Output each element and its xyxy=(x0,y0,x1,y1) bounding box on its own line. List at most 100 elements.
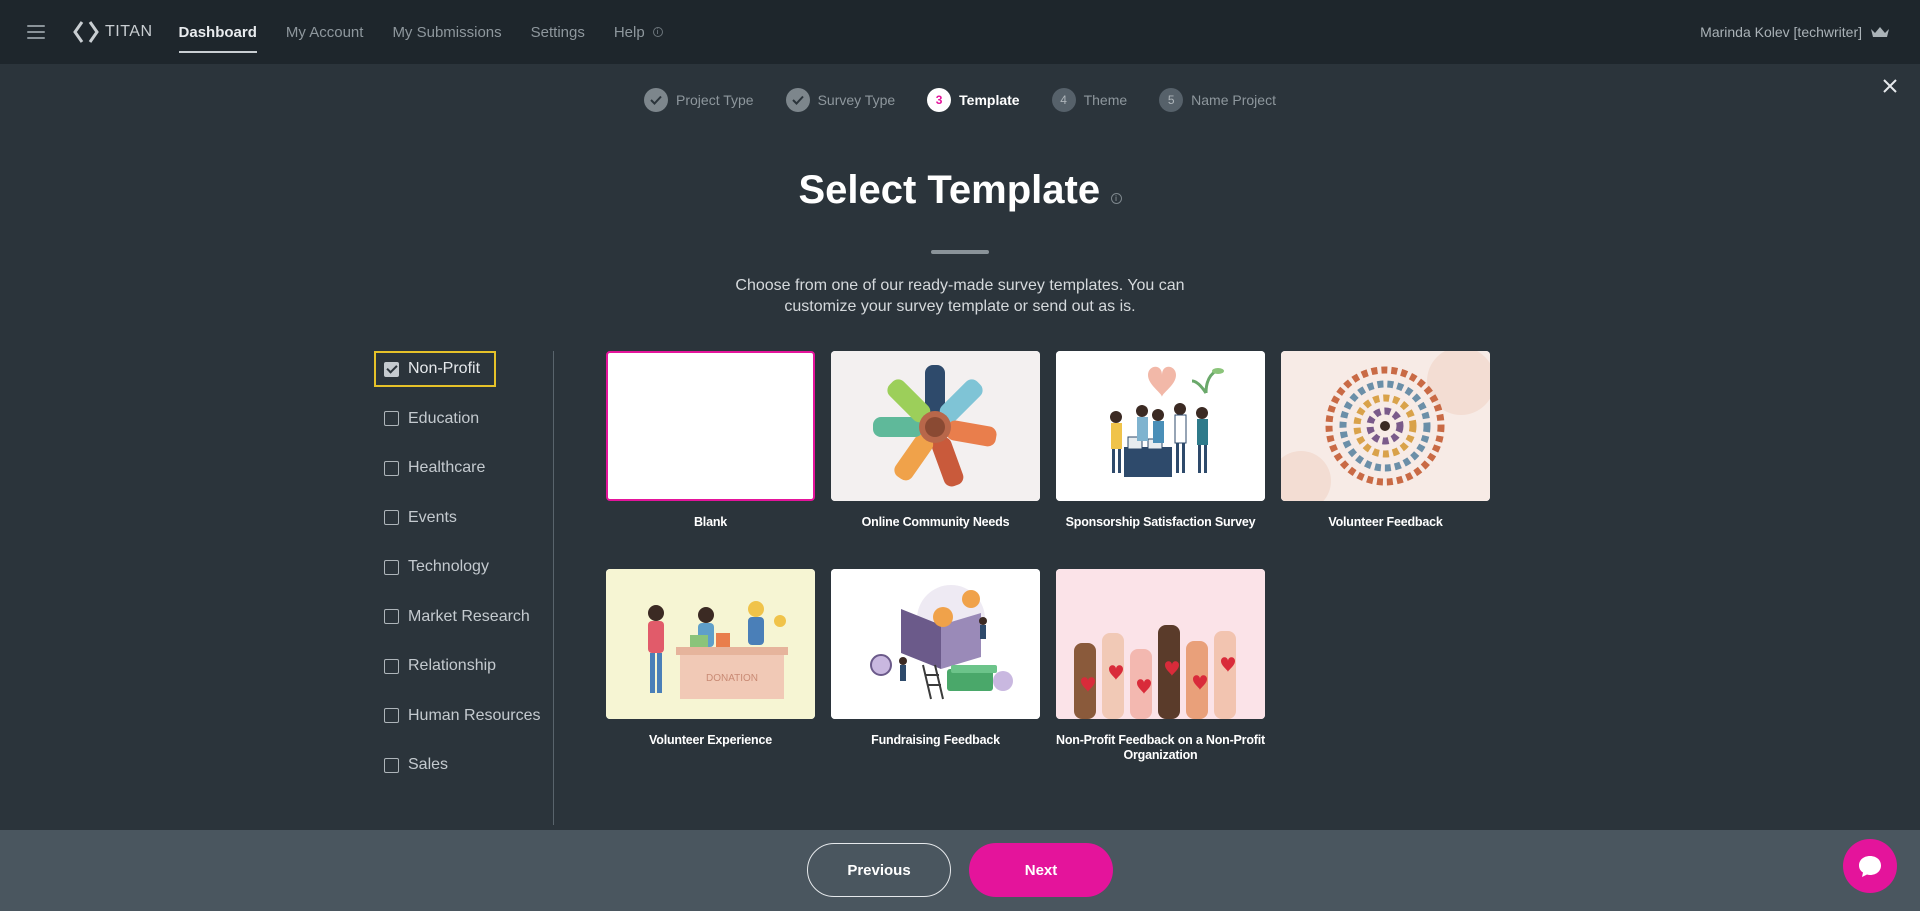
filter-label: Market Research xyxy=(408,607,530,625)
checkbox[interactable] xyxy=(384,658,399,674)
filter-label: Education xyxy=(408,409,480,427)
info-icon: i xyxy=(652,27,663,37)
filter-sales[interactable]: Sales xyxy=(374,747,554,783)
template-thumbnail xyxy=(1056,569,1265,719)
template-thumbnail xyxy=(606,351,815,501)
filter-divider xyxy=(553,351,554,825)
checkbox[interactable] xyxy=(384,411,399,426)
step-label: Survey Type xyxy=(817,92,896,108)
step-number: 5 xyxy=(1159,88,1184,112)
hands-together-illustration xyxy=(831,351,1040,501)
filter-label: Relationship xyxy=(408,657,497,674)
crown-icon xyxy=(1871,27,1889,37)
step-name-project[interactable]: 5 Name Project xyxy=(1159,88,1276,112)
template-thumbnail xyxy=(1056,351,1265,501)
step-theme[interactable]: 4 Theme xyxy=(1051,88,1128,112)
template-label: Blank xyxy=(693,515,728,529)
filter-non-profit[interactable]: Non-Profit xyxy=(374,351,496,387)
checkbox[interactable] xyxy=(384,510,399,525)
info-icon[interactable]: i xyxy=(1110,193,1122,205)
checkbox[interactable] xyxy=(384,460,399,476)
title-divider xyxy=(931,250,989,254)
filter-healthcare[interactable]: Healthcare xyxy=(374,450,554,486)
step-template[interactable]: 3 Template xyxy=(927,88,1020,112)
filter-label: Non-Profit xyxy=(408,360,481,377)
step-number: 3 xyxy=(927,88,952,112)
filter-label: Technology xyxy=(408,558,489,575)
template-label: Non-Profit Feedback on a Non-Profit Orga… xyxy=(1056,733,1265,762)
template-label: Fundraising Feedback xyxy=(871,733,1000,747)
sponsorship-illustration xyxy=(1056,351,1265,501)
step-number: 4 xyxy=(1051,88,1076,112)
checkbox[interactable] xyxy=(384,559,399,575)
filter-events[interactable]: Events xyxy=(374,500,554,536)
nav-help-label: Help xyxy=(613,23,645,41)
filter-label: Events xyxy=(408,508,457,526)
template-thumbnail xyxy=(1281,351,1490,501)
titan-logo[interactable]: TITAN xyxy=(73,20,153,44)
nav-help[interactable]: Help i xyxy=(614,0,663,64)
brand-name: TITAN xyxy=(105,23,153,40)
template-thumbnail: DONATION xyxy=(606,569,815,719)
top-navigation-bar: TITAN Dashboard My Account My Submission… xyxy=(0,0,1920,64)
page-header: Select Template i xyxy=(0,168,1920,213)
template-label: Online Community Needs xyxy=(861,515,1010,529)
filter-label: Human Resources xyxy=(408,706,541,724)
step-label: Project Type xyxy=(676,92,754,108)
template-card-volunteer-feedback[interactable]: Volunteer Feedback xyxy=(1281,351,1490,530)
chat-icon xyxy=(1859,856,1881,877)
close-icon[interactable] xyxy=(1880,76,1900,96)
filter-education[interactable]: Education xyxy=(374,401,554,437)
template-card-online-community-needs[interactable]: Online Community Needs xyxy=(831,351,1040,530)
template-card-non-profit-feedback[interactable]: Non-Profit Feedback on a Non-Profit Orga… xyxy=(1056,569,1265,763)
fundraising-illustration xyxy=(831,569,1040,719)
template-thumbnail xyxy=(831,569,1040,719)
previous-button[interactable]: Previous xyxy=(807,843,951,897)
raised-hands-hearts-illustration xyxy=(1056,569,1265,719)
nav-settings[interactable]: Settings xyxy=(531,0,585,64)
step-label: Theme xyxy=(1083,92,1128,108)
template-thumbnail xyxy=(831,351,1040,501)
template-card-volunteer-experience[interactable]: DONATION Volunteer Experience xyxy=(606,569,815,748)
filter-market-research[interactable]: Market Research xyxy=(374,599,554,635)
template-label: Sponsorship Satisfaction Survey xyxy=(1065,515,1256,529)
checkbox[interactable] xyxy=(384,708,399,723)
hamburger-menu-icon[interactable] xyxy=(27,25,45,39)
wizard-stepper: Project Type Survey Type 3 Template 4 Th… xyxy=(0,88,1920,112)
donation-sign: DONATION xyxy=(706,673,758,684)
wizard-footer xyxy=(0,830,1920,911)
page-title: Select Template xyxy=(798,168,1101,212)
checkbox[interactable] xyxy=(384,361,399,377)
next-button[interactable]: Next xyxy=(969,843,1113,897)
step-survey-type[interactable]: Survey Type xyxy=(785,88,896,112)
filter-human-resources[interactable]: Human Resources xyxy=(374,698,554,734)
category-filter-list: Non-Profit Education Healthcare Events T… xyxy=(374,351,554,797)
checkbox[interactable] xyxy=(384,609,399,624)
filter-relationship[interactable]: Relationship xyxy=(374,648,554,684)
page-subtitle: Choose from one of our ready-made survey… xyxy=(735,277,1185,315)
titan-logo-icon xyxy=(73,21,99,43)
step-project-type[interactable]: Project Type xyxy=(644,88,754,112)
main-nav: Dashboard My Account My Submissions Sett… xyxy=(178,0,692,64)
template-card-sponsorship-satisfaction-survey[interactable]: Sponsorship Satisfaction Survey xyxy=(1056,351,1265,530)
chat-launcher-button[interactable] xyxy=(1843,839,1897,893)
filter-label: Sales xyxy=(408,756,449,773)
checkbox[interactable] xyxy=(384,757,399,773)
donation-booth-illustration: DONATION xyxy=(606,569,815,719)
template-card-blank[interactable]: Blank xyxy=(606,351,815,530)
template-label: Volunteer Feedback xyxy=(1328,515,1443,529)
check-icon xyxy=(785,88,810,112)
check-icon xyxy=(644,88,669,112)
nav-my-account[interactable]: My Account xyxy=(286,0,364,64)
step-label: Template xyxy=(959,92,1020,108)
filter-label: Healthcare xyxy=(408,459,486,476)
nav-dashboard[interactable]: Dashboard xyxy=(178,0,258,64)
template-label: Volunteer Experience xyxy=(649,733,772,747)
user-name: Marinda Kolev [techwriter] xyxy=(1700,24,1862,40)
step-label: Name Project xyxy=(1191,92,1276,108)
user-menu[interactable]: Marinda Kolev [techwriter] xyxy=(1700,0,1890,64)
volunteer-circle-illustration xyxy=(1281,351,1490,501)
nav-my-submissions[interactable]: My Submissions xyxy=(392,0,501,64)
filter-technology[interactable]: Technology xyxy=(374,549,554,585)
template-card-fundraising-feedback[interactable]: Fundraising Feedback xyxy=(831,569,1040,748)
